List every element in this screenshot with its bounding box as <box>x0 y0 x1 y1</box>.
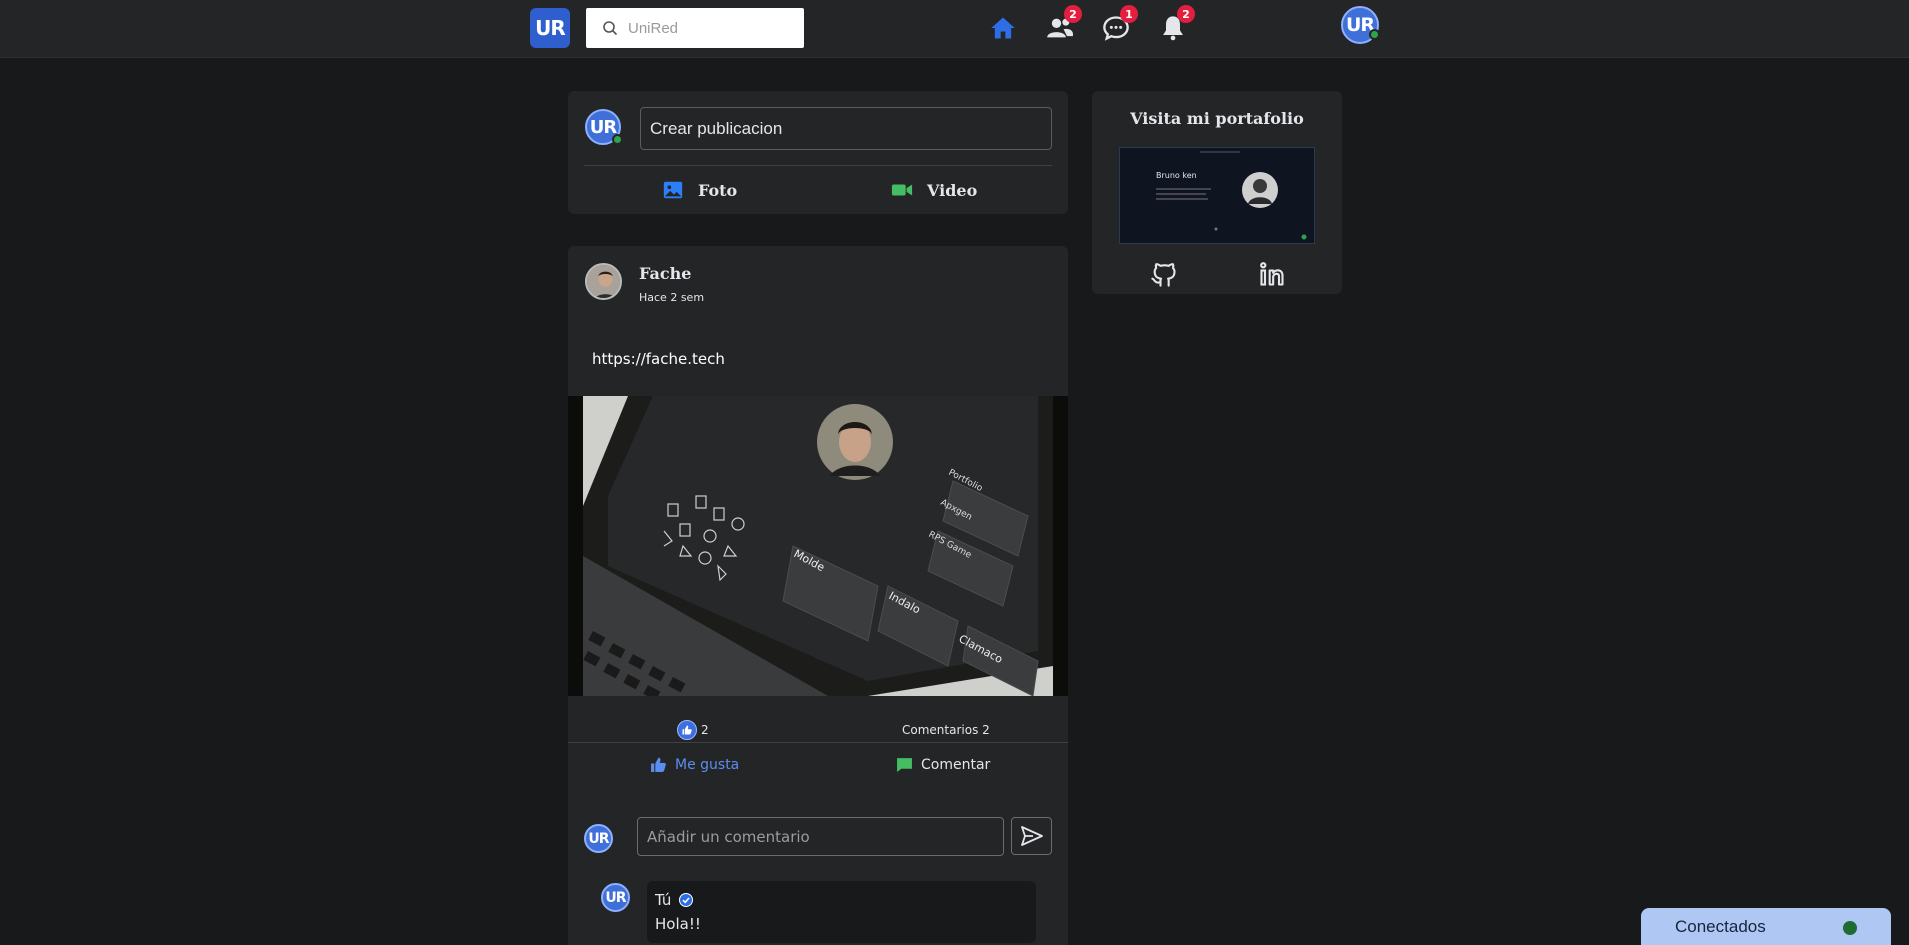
app-logo[interactable]: UR <box>530 8 570 48</box>
post-stats-divider <box>568 742 1068 743</box>
friends-nav[interactable]: 2 <box>1044 5 1082 44</box>
post-text[interactable]: https://fache.tech <box>592 350 725 368</box>
post-card: Fache Hace 2 sem https://fache.tech Port… <box>568 246 1068 945</box>
author-photo-icon <box>587 265 620 298</box>
comment-avatar[interactable]: UR <box>601 883 630 912</box>
post-image[interactable]: Portfolio Apxgen RPS Game Molde Indalo C… <box>568 396 1068 696</box>
comment-item: Tú Hola!! <box>647 881 1036 943</box>
thumbs-up-icon <box>651 757 666 772</box>
send-comment-button[interactable] <box>1011 817 1052 855</box>
connected-label: Conectados <box>1675 916 1766 936</box>
search-box[interactable] <box>586 8 804 48</box>
home-icon <box>991 17 1015 39</box>
top-navbar: UR 2 1 2 UR <box>0 0 1909 58</box>
linkedin-icon[interactable] <box>1258 260 1286 288</box>
send-icon <box>1020 826 1043 846</box>
verified-icon <box>679 893 694 907</box>
comment-placeholder: Añadir un comentario <box>647 827 810 846</box>
messages-badge: 1 <box>1120 5 1138 23</box>
comment-button[interactable]: Comentar <box>896 756 990 773</box>
comment-author-name[interactable]: Tú <box>655 891 671 909</box>
friends-badge: 2 <box>1064 5 1082 23</box>
post-timestamp: Hace 2 sem <box>639 291 705 304</box>
create-post-card: UR Crear publicacion Foto Video <box>568 91 1068 214</box>
comment-author: Tú <box>655 891 694 909</box>
post-author-avatar[interactable] <box>585 263 622 300</box>
post-author[interactable]: Fache <box>639 264 691 283</box>
image-icon <box>663 181 683 199</box>
video-label: Video <box>927 180 978 200</box>
connected-panel[interactable]: Conectados <box>1641 908 1891 945</box>
notifications-badge: 2 <box>1177 5 1195 23</box>
like-label: Me gusta <box>675 756 740 773</box>
portfolio-title: Visita mi portafolio <box>1130 109 1304 128</box>
like-reaction-icon <box>677 720 697 740</box>
video-button[interactable]: Video <box>891 179 977 201</box>
laptop-image: Portfolio Apxgen RPS Game Molde Indalo C… <box>568 396 1068 696</box>
portfolio-screenshot: Bruno ken <box>1120 148 1314 243</box>
notifications-nav[interactable]: 2 <box>1157 5 1195 44</box>
comment-text: Hola!! <box>655 915 701 933</box>
connected-status-dot <box>1843 921 1857 935</box>
github-icon[interactable] <box>1150 260 1178 288</box>
comment-box-avatar: UR <box>584 824 613 853</box>
portfolio-card: Visita mi portafolio Bruno ken <box>1092 91 1342 294</box>
create-post-online-dot <box>612 134 623 145</box>
comments-count[interactable]: Comentarios 2 <box>902 723 990 737</box>
video-icon <box>891 184 913 196</box>
search-input[interactable] <box>628 19 788 37</box>
create-post-input[interactable]: Crear publicacion <box>640 107 1052 150</box>
photo-label: Foto <box>698 180 738 200</box>
portfolio-preview[interactable]: Bruno ken <box>1119 147 1315 244</box>
home-nav[interactable] <box>987 12 1019 44</box>
comment-input[interactable]: Añadir un comentario <box>637 817 1004 856</box>
like-button[interactable]: Me gusta <box>650 756 739 773</box>
comment-label: Comentar <box>921 756 991 773</box>
portfolio-thumb-name: Bruno ken <box>1156 171 1197 180</box>
like-count-value: 2 <box>701 723 709 737</box>
likes-count[interactable]: 2 <box>677 720 709 740</box>
comment-icon <box>897 758 912 772</box>
messages-nav[interactable]: 1 <box>1100 5 1138 44</box>
online-indicator <box>1369 29 1380 40</box>
search-icon <box>603 21 618 36</box>
create-post-divider <box>584 165 1052 166</box>
photo-button[interactable]: Foto <box>662 179 737 201</box>
